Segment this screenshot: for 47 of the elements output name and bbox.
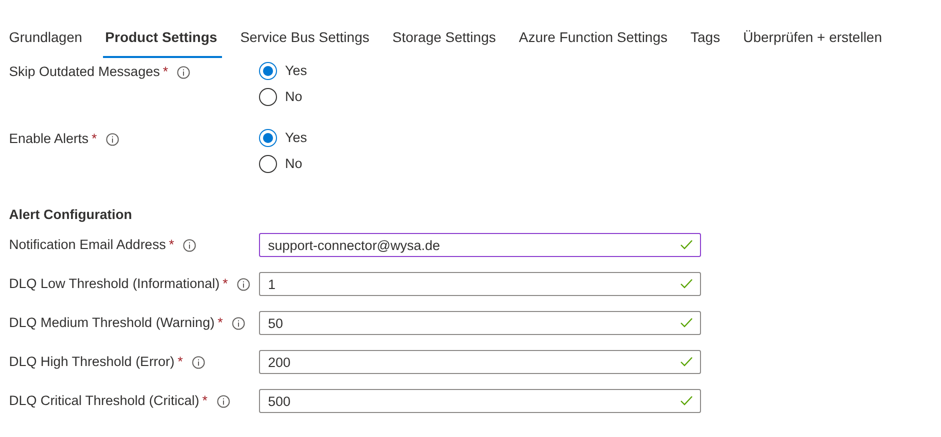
- check-icon: [680, 394, 693, 408]
- input-field[interactable]: 50: [259, 311, 701, 336]
- check-icon: [680, 355, 693, 368]
- tab[interactable]: Überprüfen + erstellen: [734, 20, 894, 58]
- input-field[interactable]: 1: [259, 272, 701, 296]
- required-mark: *: [202, 392, 208, 410]
- input-field[interactable]: support-connector@wysa.de: [259, 233, 701, 258]
- tab[interactable]: Grundlagen: [0, 20, 94, 58]
- radio-label: Yes: [285, 128, 308, 147]
- info-icon[interactable]: [177, 66, 190, 79]
- radio-button[interactable]: [259, 155, 277, 173]
- section-heading: Alert Configuration: [8, 207, 133, 224]
- info-icon[interactable]: [236, 278, 250, 291]
- required-mark: *: [92, 130, 97, 148]
- info-icon[interactable]: [106, 132, 119, 146]
- info-icon[interactable]: [192, 356, 205, 369]
- radio-label: No: [285, 154, 302, 173]
- required-mark: *: [168, 236, 174, 254]
- field-label: DLQ Low Threshold (Informational): [9, 275, 220, 294]
- field-label: Skip Outdated Messages: [9, 63, 160, 81]
- tab[interactable]: Storage Settings: [383, 20, 508, 58]
- field-label: Enable Alerts: [9, 130, 89, 148]
- radio-button[interactable]: [259, 88, 277, 106]
- input-field[interactable]: 500: [259, 389, 701, 414]
- radio-button[interactable]: [259, 62, 277, 80]
- tab[interactable]: Service Bus Settings: [231, 20, 382, 58]
- required-mark: *: [162, 63, 168, 81]
- tab[interactable]: Tags: [682, 20, 732, 58]
- check-icon: [680, 238, 693, 252]
- input-field[interactable]: 200: [259, 350, 701, 374]
- radio-label: Yes: [285, 62, 308, 80]
- field-label: DLQ Critical Threshold (Critical): [9, 392, 200, 410]
- check-icon: [680, 316, 693, 330]
- tab[interactable]: Azure Function Settings: [510, 20, 680, 58]
- field-label: DLQ Medium Threshold (Warning): [9, 314, 215, 332]
- field-label: DLQ High Threshold (Error): [9, 353, 175, 372]
- radio-label: No: [285, 88, 302, 106]
- required-mark: *: [222, 275, 228, 294]
- required-mark: *: [178, 353, 183, 372]
- radio-button[interactable]: [259, 129, 277, 147]
- info-icon[interactable]: [183, 238, 196, 252]
- info-icon[interactable]: [216, 394, 230, 408]
- info-icon[interactable]: [232, 316, 245, 330]
- field-label: Notification Email Address: [9, 236, 166, 254]
- check-icon: [680, 277, 693, 290]
- tab[interactable]: Product Settings: [96, 20, 230, 58]
- required-mark: *: [218, 314, 223, 332]
